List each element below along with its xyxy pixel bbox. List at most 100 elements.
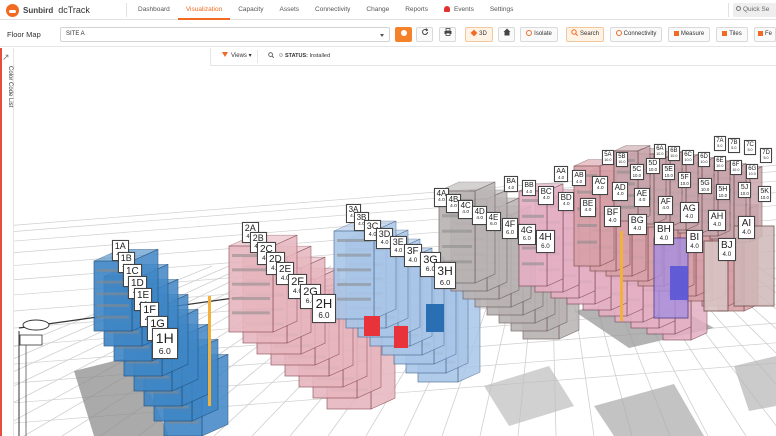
site-select[interactable]: SITE A: [60, 27, 390, 42]
rack-label-1h[interactable]: 1H 6.0: [152, 328, 178, 359]
settings-button[interactable]: [395, 27, 412, 42]
rack-label-bh[interactable]: BH 4.0: [654, 222, 674, 245]
rack-label-ab[interactable]: AB 4.0: [572, 170, 587, 187]
rack-label-5k[interactable]: 5K 10.0: [758, 186, 772, 203]
rack-label-ae[interactable]: AE 4.0: [634, 188, 650, 207]
rack-value: 6.0: [506, 229, 514, 236]
rack-label-4e[interactable]: 4E 6.0: [486, 212, 501, 231]
nav-connectivity[interactable]: Connectivity: [307, 0, 358, 20]
rack-label-4h[interactable]: 4H 6.0: [536, 230, 555, 253]
rack-name: BH: [657, 223, 671, 235]
rack-label-6g[interactable]: 6G 10.0: [746, 164, 759, 179]
rack-label-5h[interactable]: 5H 10.0: [716, 184, 730, 201]
rack-label-bg[interactable]: BG 4.0: [628, 214, 647, 235]
nav-assets[interactable]: Assets: [272, 0, 308, 20]
rack-label-5d[interactable]: 5D 10.0: [646, 158, 660, 175]
brand[interactable]: Sunbird dcTrack: [6, 3, 90, 17]
floor-tile: [734, 356, 776, 411]
rack-label-6d[interactable]: 6D 10.0: [698, 152, 711, 167]
rack-name: BD: [560, 193, 572, 203]
rack-label-aa[interactable]: AA 4.0: [554, 166, 569, 183]
color-code-panel[interactable]: ↗ Color Code List: [0, 48, 14, 436]
rack-label-bj[interactable]: BJ 4.0: [718, 238, 736, 261]
connectivity-icon: [615, 30, 622, 36]
rack-label-ba[interactable]: BA 4.0: [504, 176, 519, 193]
more-label: Fe: [765, 31, 773, 37]
rack-value: 4.0: [690, 243, 699, 250]
rack-label-4f[interactable]: 4F 6.0: [502, 218, 519, 239]
rack-label-bf[interactable]: BF 4.0: [604, 206, 622, 227]
rack-value: 5.0: [731, 145, 737, 150]
rack-value: 10.0: [604, 157, 612, 162]
rack-name: AI: [741, 217, 752, 229]
nav-settings[interactable]: Settings: [482, 0, 522, 20]
floor-3d-viewport[interactable]: 1A4.01B4.01C4.01D4.01E4.01F4.01G6.01H6.0…: [14, 66, 776, 436]
rack-label-6f[interactable]: 6F 10.0: [730, 160, 742, 175]
rack-value: 4.0: [638, 198, 646, 204]
rack-label-7c[interactable]: 7C 5.0: [744, 140, 757, 155]
rack-label-5j[interactable]: 5J 10.0: [738, 182, 752, 199]
tiles-button[interactable]: Tiles: [716, 27, 748, 42]
rack-label-ag[interactable]: AG 4.0: [680, 202, 699, 223]
rack-label-bc[interactable]: BC 4.0: [538, 186, 555, 205]
rack-name: BB: [524, 182, 534, 190]
rack-label-be[interactable]: BE 4.0: [580, 198, 596, 217]
rack-label-5c[interactable]: 5C 10.0: [630, 164, 644, 181]
measure-button[interactable]: Measure: [668, 27, 710, 42]
rack-value: 10.0: [760, 195, 769, 201]
rack-name: 5G: [700, 180, 710, 188]
rack-label-5f[interactable]: 5F 10.0: [678, 172, 692, 189]
print-button[interactable]: [439, 27, 456, 42]
rack-label-af[interactable]: AF 4.0: [658, 196, 674, 215]
isolate-button[interactable]: Isolate: [520, 27, 558, 42]
rack-label-bb[interactable]: BB 4.0: [522, 180, 537, 197]
nav-visualization[interactable]: Visualization: [177, 0, 231, 20]
rack-label-ac[interactable]: AC 4.0: [592, 176, 609, 195]
rack-label-5b[interactable]: 5B 10.0: [616, 152, 628, 167]
rack-label-7a[interactable]: 7A 5.0: [714, 136, 726, 151]
nav-dashboard[interactable]: Dashboard: [130, 0, 178, 20]
nav-change[interactable]: Change: [358, 0, 397, 20]
rack-label-6b[interactable]: 6B 10.0: [668, 146, 680, 161]
dctrack-app: Sunbird dcTrack Dashboard Visualization …: [0, 0, 776, 436]
rack-label-ah[interactable]: AH 4.0: [708, 210, 727, 231]
rack-label-6a[interactable]: 6A 10.0: [654, 144, 666, 159]
search-button[interactable]: Search: [566, 27, 604, 42]
rack-label-7b[interactable]: 7B 5.0: [728, 138, 740, 153]
rack-name: AG: [682, 203, 696, 214]
status-key: STATUS:: [285, 53, 309, 59]
rack-label-3h[interactable]: 3H 6.0: [434, 262, 457, 289]
refresh-button[interactable]: [416, 27, 433, 42]
rack-label-5e[interactable]: 5E 10.0: [662, 164, 676, 181]
connectivity-button[interactable]: Connectivity: [610, 27, 662, 42]
rack-label-5a[interactable]: 5A 10.0: [602, 150, 614, 165]
rack-value: 10.0: [684, 157, 692, 162]
3d-view-button[interactable]: 3D: [465, 27, 493, 42]
rack-label-2h[interactable]: 2H 6.0: [312, 294, 336, 323]
rack-name: 5H: [718, 186, 728, 194]
rack-label-ad[interactable]: AD 4.0: [612, 182, 629, 201]
rack-label-bd[interactable]: BD 4.0: [558, 192, 575, 211]
nav-events[interactable]: Events: [436, 0, 482, 20]
views-dropdown[interactable]: Views ▾: [217, 50, 258, 63]
rack-name: AB: [574, 172, 584, 180]
nav-reports[interactable]: Reports: [397, 0, 436, 20]
rack-label-5g[interactable]: 5G 10.0: [698, 178, 713, 195]
rack-label-4g[interactable]: 4G 6.0: [518, 224, 536, 245]
rack-label-ai[interactable]: AI 4.0: [738, 216, 755, 239]
tiles-icon: [722, 31, 728, 36]
pin-icon[interactable]: ↗: [2, 52, 10, 63]
quick-search-input[interactable]: Quick Se: [733, 3, 776, 17]
rack-label-bi[interactable]: BI 4.0: [686, 230, 703, 253]
rack-value: 10.0: [716, 163, 724, 168]
rack-name: 2H: [315, 295, 333, 311]
rack-label-6c[interactable]: 6C 10.0: [682, 150, 695, 165]
rack-label-6e[interactable]: 6E 10.0: [714, 156, 726, 171]
nav-capacity[interactable]: Capacity: [230, 0, 271, 20]
rack-label-7d[interactable]: 7D 5.0: [760, 148, 773, 163]
rack-value: 10.0: [664, 173, 673, 179]
status-filter-chip[interactable]: ⚙ STATUS: Installed: [268, 50, 330, 63]
more-button[interactable]: Fe: [754, 27, 776, 42]
home-button[interactable]: [498, 27, 515, 42]
device-slot: [337, 268, 371, 272]
